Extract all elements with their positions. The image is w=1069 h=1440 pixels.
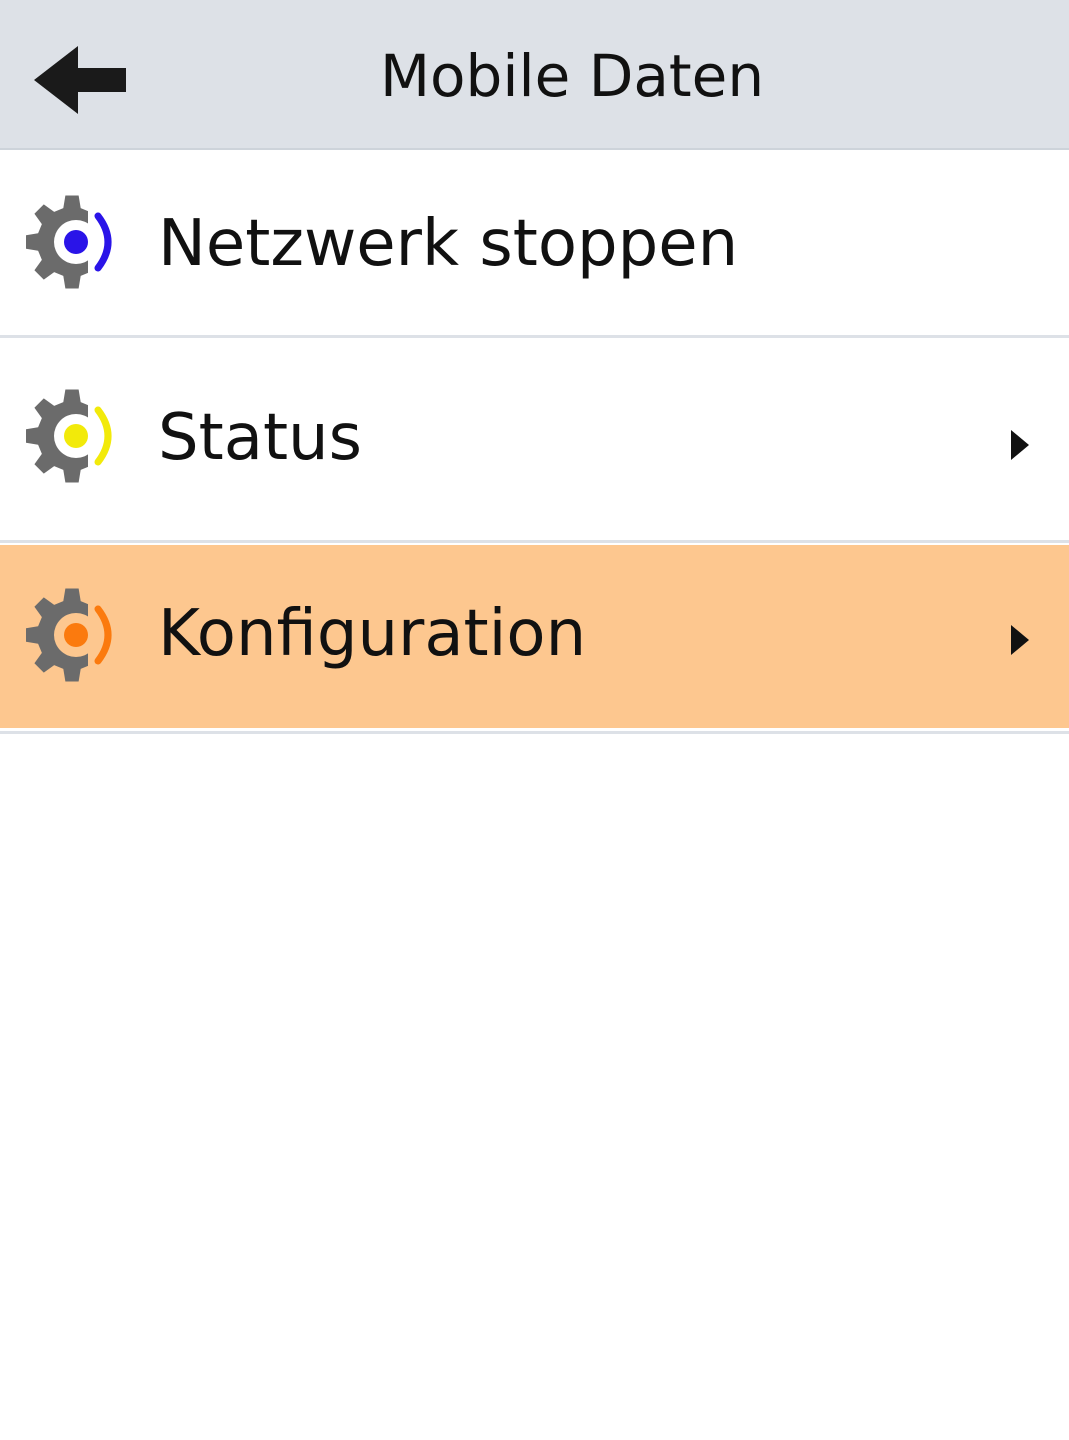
chevron-right-icon [1011, 430, 1029, 460]
chevron-right-icon [1011, 625, 1029, 655]
network-gear-icon [26, 587, 128, 687]
back-button[interactable] [26, 38, 136, 122]
header-bar: Mobile Daten [0, 0, 1069, 150]
menu-item-label: Netzwerk stoppen [158, 207, 739, 281]
menu-item-label: Status [158, 401, 362, 475]
mobile-data-screen: Mobile Daten Netzwerk stoppen Status Kon… [0, 0, 1069, 1440]
network-gear-icon [26, 194, 128, 294]
divider [0, 540, 1069, 543]
menu-item-configuration[interactable]: Konfiguration [0, 545, 1069, 728]
menu-item-status[interactable]: Status [0, 338, 1069, 540]
menu-item-label: Konfiguration [158, 597, 587, 671]
arrow-left-icon [34, 46, 126, 114]
menu-item-network-stop[interactable]: Netzwerk stoppen [0, 152, 1069, 336]
divider [0, 731, 1069, 734]
page-title: Mobile Daten [380, 42, 765, 110]
network-gear-icon [26, 388, 128, 488]
